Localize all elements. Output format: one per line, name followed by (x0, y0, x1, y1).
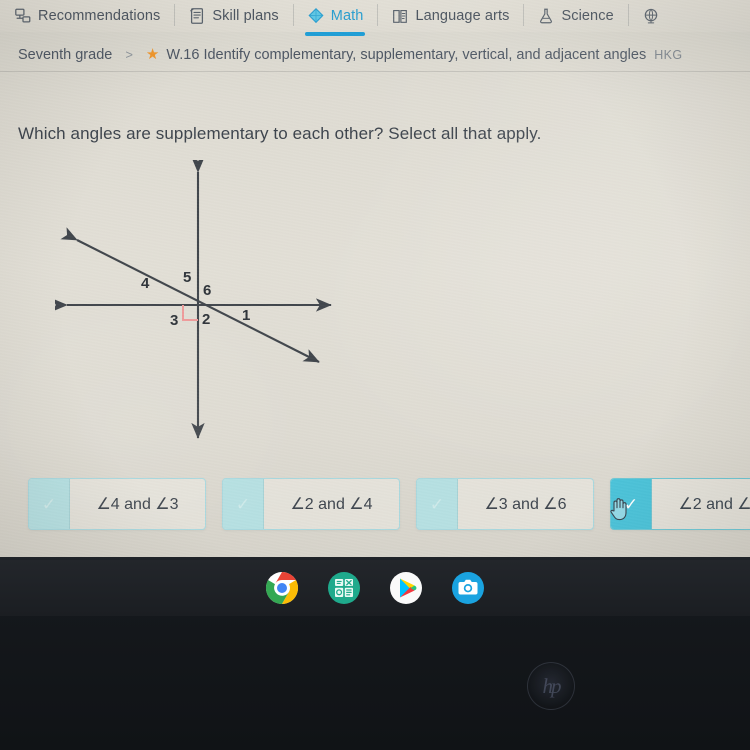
check-icon[interactable]: ✓ (223, 479, 264, 529)
tab-label: Skill plans (212, 8, 279, 24)
subject-nav-bar: Recommendations Skill plans Math Languag… (0, 0, 750, 36)
tab-skill-plans[interactable]: Skill plans (174, 0, 292, 32)
tab-label: Recommendations (38, 8, 161, 24)
play-store-icon[interactable] (389, 571, 423, 605)
answer-choices: ✓ ∠4 and ∠3 ✓ ∠2 and ∠4 ✓ ∠3 and ∠6 ✓ ∠2… (0, 468, 750, 540)
tab-science[interactable]: Science (523, 0, 627, 32)
angles-diagram: 4 5 6 1 2 3 (55, 160, 355, 460)
choice-button-2[interactable]: ✓ ∠2 and ∠4 (222, 478, 400, 530)
tab-label: Language arts (415, 8, 510, 24)
chrome-icon[interactable] (265, 571, 299, 605)
photo-of-laptop-screen: Recommendations Skill plans Math Languag… (0, 0, 750, 750)
check-icon[interactable]: ✓ (29, 479, 70, 529)
camera-icon[interactable] (451, 571, 485, 605)
choice-button-4[interactable]: ✓ ∠2 and ∠3 (610, 478, 750, 530)
skill-plans-icon (188, 7, 206, 25)
active-tab-underline (304, 32, 366, 36)
language-arts-icon (391, 7, 409, 25)
browser-viewport: Recommendations Skill plans Math Languag… (0, 0, 750, 557)
angle-label-1: 1 (242, 307, 251, 324)
question-prompt: Which angles are supplementary to each o… (18, 124, 542, 143)
choice-button-1[interactable]: ✓ ∠4 and ∠3 (28, 478, 206, 530)
choice-label: ∠3 and ∠6 (484, 496, 567, 513)
choice-label: ∠2 and ∠3 (678, 496, 750, 513)
right-angle-marker (182, 305, 198, 321)
tab-math[interactable]: Math (292, 0, 378, 36)
choice-label: ∠4 and ∠3 (96, 496, 179, 513)
taskbar (0, 560, 750, 616)
tab-label: Science (561, 8, 614, 24)
skill-code: HKG (654, 47, 683, 62)
tab-recommendations[interactable]: Recommendations (0, 0, 174, 32)
math-icon (307, 7, 325, 25)
science-icon (537, 7, 555, 25)
check-icon[interactable]: ✓ (611, 479, 652, 529)
angle-label-4: 4 (141, 275, 150, 292)
angles-diagram-svg (55, 160, 332, 439)
tab-language-arts[interactable]: Language arts (377, 0, 523, 32)
sheets-app-icon[interactable] (327, 571, 361, 605)
angle-label-5: 5 (183, 269, 192, 286)
angle-label-3: 3 (170, 312, 179, 329)
choice-label: ∠2 and ∠4 (290, 496, 373, 513)
angle-label-6: 6 (203, 282, 212, 299)
star-icon[interactable]: ★ (146, 47, 159, 62)
breadcrumb-grade[interactable]: Seventh grade (18, 47, 112, 63)
tab-label: Math (330, 8, 364, 24)
recommendations-icon (14, 7, 32, 25)
choice-button-3[interactable]: ✓ ∠3 and ∠6 (416, 478, 594, 530)
chevron-right-icon: > (125, 47, 133, 62)
angle-label-2: 2 (202, 311, 211, 328)
check-icon[interactable]: ✓ (417, 479, 458, 529)
tab-social-studies[interactable] (627, 0, 666, 32)
hp-brand-logo: hp (527, 662, 575, 710)
breadcrumb-skill-title: W.16 Identify complementary, supplementa… (166, 46, 647, 63)
breadcrumb: Seventh grade > ★ W.16 Identify compleme… (0, 38, 750, 72)
social-studies-icon (642, 7, 660, 25)
